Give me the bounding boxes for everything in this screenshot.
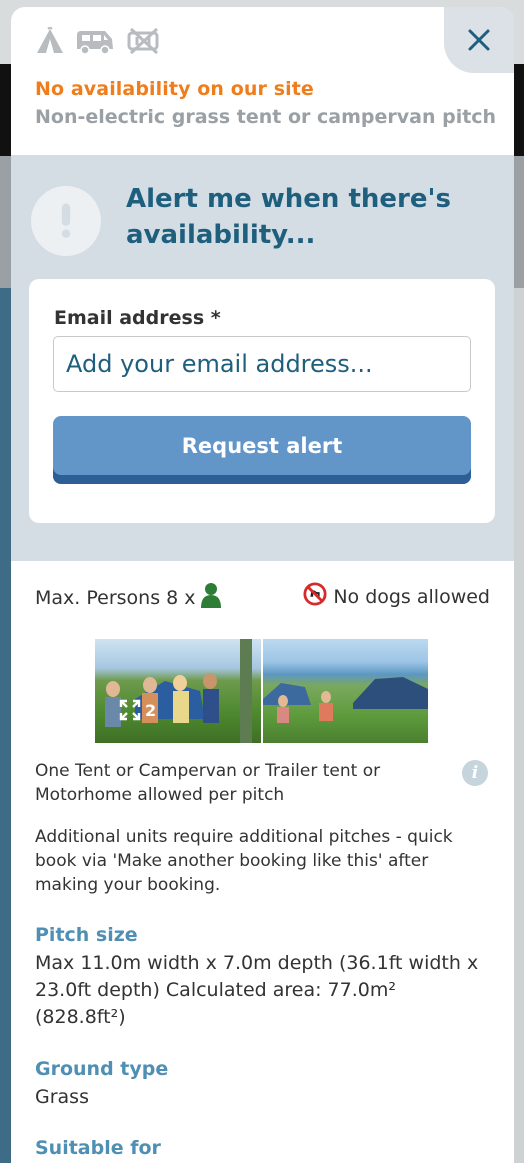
pitch-size-heading: Pitch size <box>35 924 138 946</box>
unit-type-icons <box>35 25 163 55</box>
unit-rule-text: One Tent or Campervan or Trailer tent or… <box>35 761 381 805</box>
photo-gallery[interactable]: 2 <box>95 639 428 743</box>
alert-title: Alert me when there's availability... <box>126 184 451 250</box>
tent-icon <box>35 25 65 55</box>
availability-modal: No availability on our site Non-electric… <box>11 7 514 1163</box>
no-electric-icon <box>125 27 163 55</box>
max-persons-label: Max. Persons 8 x <box>35 586 196 609</box>
alert-form: Email address * Request alert <box>29 279 495 523</box>
request-alert-button[interactable]: Request alert <box>53 416 471 484</box>
info-icon[interactable]: i <box>462 760 488 786</box>
dogs-policy: No dogs allowed <box>303 582 490 611</box>
gallery-photo-tents[interactable] <box>263 639 428 743</box>
exclamation-icon <box>31 186 101 256</box>
person-icon <box>200 582 222 613</box>
pitch-name: Non-electric grass tent or campervan pit… <box>35 106 497 128</box>
availability-status: No availability on our site <box>35 78 314 100</box>
max-persons: Max. Persons 8 x <box>35 582 222 613</box>
photo-count-value: 2 <box>145 700 157 720</box>
ground-type-heading: Ground type <box>35 1058 169 1080</box>
expand-icon <box>119 699 141 721</box>
backdrop-edge <box>514 288 524 1163</box>
email-input[interactable] <box>53 336 471 392</box>
pitch-size-text: Max 11.0m width x 7.0m depth (36.1ft wid… <box>35 952 479 1028</box>
dogs-label: No dogs allowed <box>333 585 490 608</box>
additional-units-text: Additional units require additional pitc… <box>35 827 453 895</box>
campervan-icon <box>75 27 115 55</box>
suitable-for-heading: Suitable for <box>35 1137 161 1159</box>
email-label: Email address * <box>54 307 221 329</box>
ground-type-text: Grass <box>35 1086 89 1108</box>
alert-panel: Alert me when there's availability... Em… <box>11 155 514 561</box>
close-icon <box>468 29 490 51</box>
no-dogs-icon <box>303 582 327 611</box>
photo-count: 2 <box>119 699 156 721</box>
gallery-photo-family[interactable]: 2 <box>95 639 261 743</box>
close-button[interactable] <box>444 7 514 73</box>
